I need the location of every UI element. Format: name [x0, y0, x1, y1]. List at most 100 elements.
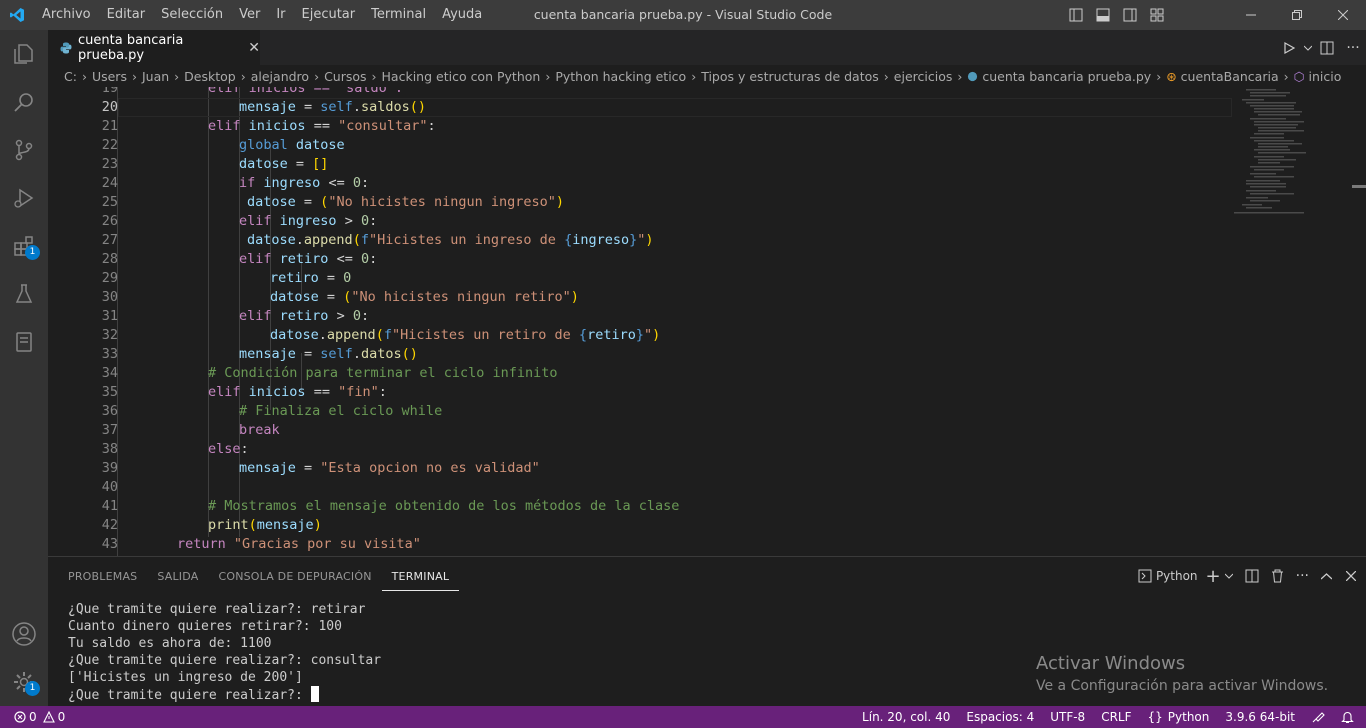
warning-icon	[42, 711, 55, 723]
menu-editar[interactable]: Editar	[99, 0, 154, 30]
line-number: 26	[101, 213, 118, 229]
error-count: 0	[29, 710, 37, 724]
notifications-bell-icon[interactable]	[1341, 710, 1354, 724]
menu-bar: Archivo Editar Selección Ver Ir Ejecutar…	[34, 0, 490, 30]
line-content: datose.append(f"Hicistes un retiro de {r…	[270, 326, 660, 345]
encoding[interactable]: UTF-8	[1050, 710, 1085, 724]
breadcrumb-item[interactable]: Python hacking etico	[555, 69, 686, 84]
extensions-icon[interactable]: 1	[0, 222, 48, 270]
indentation[interactable]: Espacios: 4	[966, 710, 1034, 724]
python-interpreter[interactable]: 3.9.6 64-bit	[1225, 710, 1295, 724]
run-dropdown-chevron-icon[interactable]	[1302, 45, 1314, 51]
accounts-icon[interactable]	[0, 610, 48, 658]
breadcrumb-item[interactable]: Tipos y estructuras de datos	[701, 69, 879, 84]
breadcrumb-item[interactable]: cuentaBancaria	[1181, 69, 1279, 84]
breadcrumb-item[interactable]: Hacking etico con Python	[382, 69, 541, 84]
breadcrumb-item[interactable]: inicio	[1309, 69, 1342, 84]
line-content: print(mensaje)	[208, 516, 322, 535]
manage-gear-icon[interactable]: 1	[0, 658, 48, 706]
tab-salida[interactable]: SALIDA	[147, 557, 208, 592]
warning-count: 0	[57, 710, 66, 724]
cursor-position[interactable]: Lín. 20, col. 40	[862, 710, 950, 724]
more-actions-icon[interactable]: ···	[1340, 40, 1366, 56]
breadcrumb-item[interactable]: Juan	[142, 69, 169, 84]
breadcrumb-item[interactable]: Cursos	[324, 69, 366, 84]
split-editor-icon[interactable]	[1314, 41, 1340, 55]
close-tab-icon[interactable]: ✕	[248, 40, 260, 56]
line-content: # Condición para terminar el ciclo infin…	[208, 364, 558, 383]
tab-terminal[interactable]: TERMINAL	[381, 557, 460, 591]
breadcrumb-item[interactable]: C:	[64, 69, 77, 84]
token: mensaje	[256, 517, 314, 533]
run-debug-icon[interactable]	[0, 174, 48, 222]
terminal-selector[interactable]: Python	[1138, 569, 1198, 583]
terminal-icon	[1138, 569, 1152, 583]
source-control-icon[interactable]	[0, 126, 48, 174]
menu-ejecutar[interactable]: Ejecutar	[294, 0, 364, 30]
line-content: return "Gracias por su visita"	[177, 535, 421, 554]
run-file-icon[interactable]	[1276, 41, 1302, 54]
new-terminal-plus-icon[interactable]: +	[1206, 566, 1221, 587]
search-icon[interactable]	[0, 78, 48, 126]
tab-cuenta-bancaria[interactable]: cuenta bancaria prueba.py ✕	[48, 30, 260, 65]
minimize-icon[interactable]	[1228, 0, 1274, 30]
maximize-panel-chevron-up-icon[interactable]	[1321, 572, 1332, 580]
token: :	[369, 213, 378, 229]
split-terminal-icon[interactable]	[1245, 569, 1259, 583]
language-mode[interactable]: {} Python	[1148, 710, 1210, 724]
menu-ayuda[interactable]: Ayuda	[434, 0, 490, 30]
token: 0	[352, 308, 361, 324]
toggle-secondary-sidebar-icon[interactable]	[1116, 0, 1143, 30]
close-window-icon[interactable]	[1320, 0, 1366, 30]
editor-scrollbar[interactable]	[1352, 87, 1366, 556]
toggle-sidebar-icon[interactable]	[1062, 0, 1089, 30]
feedback-icon[interactable]	[1311, 710, 1325, 724]
problems-status[interactable]: 0 0	[14, 710, 65, 724]
code-line: 37 break	[48, 421, 1232, 440]
token: "No hicistes ningun retiro"	[351, 289, 571, 305]
token: f	[360, 232, 369, 248]
testing-icon[interactable]	[0, 270, 48, 318]
line-number: 38	[101, 441, 118, 457]
new-terminal-chevron-icon[interactable]	[1224, 573, 1233, 579]
minimap[interactable]	[1232, 87, 1352, 556]
close-panel-icon[interactable]	[1346, 571, 1356, 581]
breadcrumb-item[interactable]: cuenta bancaria prueba.py	[982, 69, 1151, 84]
menu-ir[interactable]: Ir	[268, 0, 293, 30]
line-content: datose.append(f"Hicistes un ingreso de {…	[247, 231, 654, 250]
toggle-panel-icon[interactable]	[1089, 0, 1116, 30]
breadcrumb-item[interactable]: ejercicios	[894, 69, 953, 84]
code-editor[interactable]: 19 elif inicios == "saldo": 20 mensaje = s…	[48, 87, 1366, 556]
menu-terminal[interactable]: Terminal	[363, 0, 434, 30]
editor-actions: ···	[1276, 30, 1366, 65]
trash-icon[interactable]	[1271, 569, 1284, 583]
token: ingreso	[263, 175, 321, 191]
token: =	[318, 270, 344, 286]
restore-icon[interactable]	[1274, 0, 1320, 30]
more-actions-icon[interactable]: ···	[1296, 568, 1309, 584]
layout-controls	[1062, 0, 1170, 30]
token: mensaje	[239, 346, 296, 362]
token: 0	[360, 213, 370, 229]
end-of-line[interactable]: CRLF	[1101, 710, 1131, 724]
tab-problemas[interactable]: PROBLEMAS	[58, 557, 147, 592]
token: break	[239, 422, 280, 438]
token: "	[643, 327, 653, 343]
remote-explorer-icon[interactable]	[0, 318, 48, 366]
tab-consola-depuracion[interactable]: CONSOLA DE DEPURACIÓN	[208, 557, 381, 592]
code-line: 36 # Finaliza el ciclo while	[48, 402, 1232, 421]
menu-seleccion[interactable]: Selección	[153, 0, 231, 30]
line-content: global datose	[239, 136, 345, 155]
menu-archivo[interactable]: Archivo	[34, 0, 99, 30]
scrollbar-thumb[interactable]	[1352, 185, 1366, 188]
breadcrumb-item[interactable]: alejandro	[251, 69, 309, 84]
explorer-icon[interactable]	[0, 30, 48, 78]
terminal-line: ¿Que tramite quiere realizar?:	[68, 688, 311, 703]
terminal-output[interactable]: ¿Que tramite quiere realizar?: retirar Cu…	[68, 601, 381, 704]
customize-layout-icon[interactable]	[1143, 0, 1170, 30]
vscode-logo-icon[interactable]	[0, 0, 34, 30]
breadcrumb-item[interactable]: Desktop	[184, 69, 236, 84]
token: :	[369, 251, 378, 267]
menu-ver[interactable]: Ver	[231, 0, 268, 30]
breadcrumb-item[interactable]: Users	[92, 69, 127, 84]
